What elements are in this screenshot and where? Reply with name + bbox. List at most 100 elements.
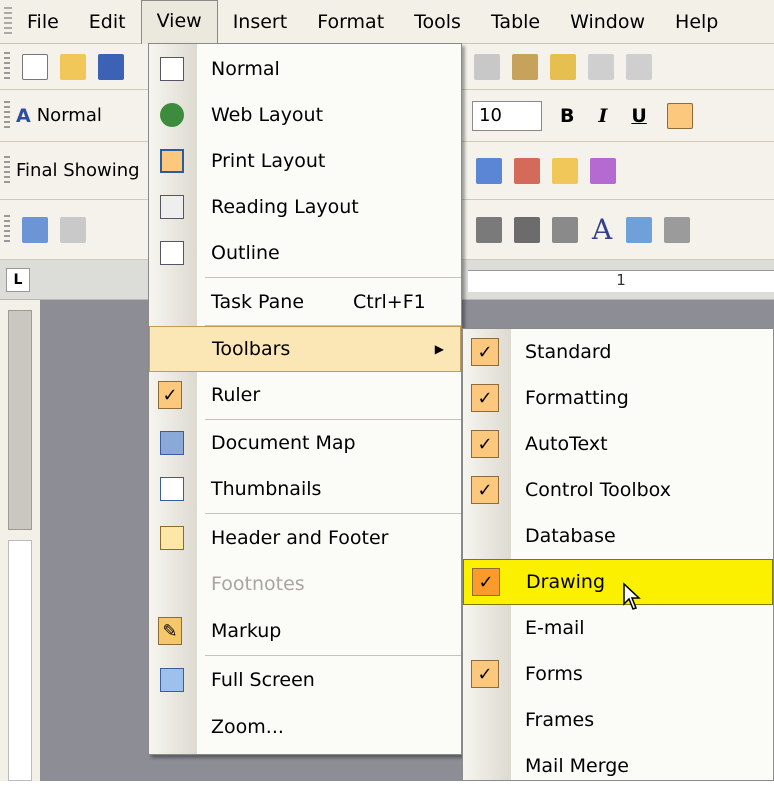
font-size-box[interactable]: 10	[472, 100, 542, 131]
submenu-item-label: Standard	[525, 341, 612, 363]
menu-item-label: Footnotes	[211, 573, 305, 595]
menu-item-task-pane[interactable]: Task Pane Ctrl+F1	[149, 279, 461, 325]
menu-item-label: Thumbnails	[211, 478, 322, 500]
menu-edit[interactable]: Edit	[74, 5, 141, 39]
toolbar-drawing[interactable]: ✓ Drawing	[463, 559, 773, 610]
menu-item-thumbnails[interactable]: Thumbnails	[149, 466, 461, 512]
menu-insert[interactable]: Insert	[218, 5, 303, 39]
menu-window[interactable]: Window	[555, 5, 660, 39]
menu-item-full-screen[interactable]: Full Screen	[149, 657, 461, 703]
menu-item-header-footer[interactable]: Header and Footer	[149, 515, 461, 561]
thumbnails-icon	[160, 477, 184, 501]
edit-icon[interactable]	[22, 216, 48, 243]
menu-format[interactable]: Format	[302, 5, 399, 39]
web-layout-icon	[160, 103, 184, 127]
new-document-icon[interactable]	[22, 53, 48, 80]
menu-item-label: Document Map	[211, 432, 356, 454]
toolbar-mail-merge[interactable]: Mail Merge	[463, 743, 773, 789]
menu-item-reading-layout[interactable]: Reading Layout	[149, 184, 461, 230]
toolbar-standard[interactable]: ✓ Standard	[463, 329, 773, 375]
menu-item-label: Web Layout	[211, 104, 324, 126]
toolbar-frames[interactable]: Frames	[463, 697, 773, 743]
menu-item-label: Toolbars	[212, 338, 291, 360]
redo-icon[interactable]	[626, 53, 652, 80]
undo-icon[interactable]	[588, 53, 614, 80]
toolbar-database[interactable]: Database	[463, 513, 773, 559]
submenu-item-label: Mail Merge	[525, 755, 629, 777]
toolbars-submenu: ✓ Standard ✓ Formatting ✓ AutoText ✓ Con…	[462, 328, 774, 781]
spacing-icon[interactable]	[552, 216, 578, 243]
submenu-item-label: Control Toolbox	[525, 479, 671, 501]
form-icon[interactable]	[60, 216, 86, 243]
menu-item-label: Markup	[211, 620, 282, 642]
next-change-icon[interactable]	[476, 157, 502, 184]
menu-item-ruler[interactable]: ✓ Ruler	[149, 372, 461, 418]
check-icon: ✓	[472, 568, 500, 596]
menubar-grip[interactable]	[4, 6, 12, 37]
submenu-item-label: Forms	[525, 663, 583, 685]
align-left-icon[interactable]	[666, 102, 693, 129]
open-folder-icon[interactable]	[60, 53, 86, 80]
menu-file[interactable]: File	[12, 5, 74, 39]
menu-item-zoom[interactable]: Zoom...	[149, 704, 461, 750]
styles-icon[interactable]: A	[16, 105, 31, 127]
menu-item-outline[interactable]: Outline	[149, 230, 461, 276]
toolbar-grip[interactable]	[4, 155, 10, 186]
tab-selector[interactable]: L	[6, 268, 30, 292]
reject-change-icon[interactable]	[514, 157, 540, 184]
menu-item-label: Print Layout	[211, 150, 326, 172]
view-menu: Normal Web Layout Print Layout Reading L…	[148, 43, 462, 755]
menu-table[interactable]: Table	[476, 5, 555, 39]
menu-item-normal[interactable]: Normal	[149, 46, 461, 92]
check-icon: ✓	[471, 384, 499, 412]
toolbar-grip[interactable]	[4, 100, 10, 131]
paste-icon[interactable]	[512, 53, 538, 80]
menu-item-label: Full Screen	[211, 669, 315, 691]
print-layout-icon	[160, 149, 184, 173]
toolbar-email[interactable]: E-mail	[463, 605, 773, 651]
full-screen-icon	[160, 668, 184, 692]
vertical-ruler-top	[8, 310, 32, 530]
toolbar-grip[interactable]	[4, 214, 10, 245]
menu-help[interactable]: Help	[660, 5, 733, 39]
menu-item-toolbars[interactable]: Toolbars ▶	[149, 326, 461, 372]
highlight-icon[interactable]	[590, 157, 616, 184]
toolbar-forms[interactable]: ✓ Forms	[463, 651, 773, 697]
menu-item-label: Task Pane	[211, 291, 305, 313]
distribute-icon[interactable]	[514, 216, 540, 243]
menu-view[interactable]: View	[140, 0, 218, 44]
check-icon: ✓	[471, 338, 499, 366]
toolbar-control-toolbox[interactable]: ✓ Control Toolbox	[463, 467, 773, 513]
menu-bar: File Edit View Insert Format Tools Table…	[0, 0, 774, 44]
menu-item-document-map[interactable]: Document Map	[149, 420, 461, 466]
document-map-icon	[160, 431, 184, 455]
markup-display-box[interactable]: Final Showing	[16, 160, 140, 181]
menu-separator	[205, 655, 461, 656]
submenu-item-label: Formatting	[525, 387, 629, 409]
bold-icon[interactable]: B	[560, 105, 574, 127]
menu-tools[interactable]: Tools	[399, 5, 476, 39]
toolbar-formatting[interactable]: ✓ Formatting	[463, 375, 773, 421]
menu-item-print-layout[interactable]: Print Layout	[149, 138, 461, 184]
ruler-check-icon: ✓	[158, 381, 182, 409]
save-icon[interactable]	[98, 53, 124, 80]
new-comment-icon[interactable]	[552, 157, 578, 184]
wordart-icon[interactable]: A	[592, 213, 612, 246]
align-icon[interactable]	[476, 216, 502, 243]
format-painter-icon[interactable]	[550, 53, 576, 80]
menu-item-web-layout[interactable]: Web Layout	[149, 92, 461, 138]
insert-picture-icon[interactable]	[626, 216, 653, 243]
toolbar-autotext[interactable]: ✓ AutoText	[463, 421, 773, 467]
italic-icon[interactable]: I	[598, 105, 607, 127]
underline-icon[interactable]: U	[631, 105, 646, 127]
menu-item-markup[interactable]: ✎ Markup	[149, 608, 461, 654]
submenu-item-label: E-mail	[525, 617, 585, 639]
menu-item-footnotes[interactable]: Footnotes	[149, 561, 461, 607]
style-box[interactable]: Normal	[37, 105, 102, 126]
tools-icon[interactable]	[664, 216, 691, 243]
check-icon: ✓	[471, 430, 499, 458]
toolbar-grip[interactable]	[4, 51, 10, 82]
copy-icon[interactable]	[474, 53, 500, 80]
submenu-item-label: Drawing	[526, 571, 606, 593]
header-footer-icon	[160, 526, 184, 550]
